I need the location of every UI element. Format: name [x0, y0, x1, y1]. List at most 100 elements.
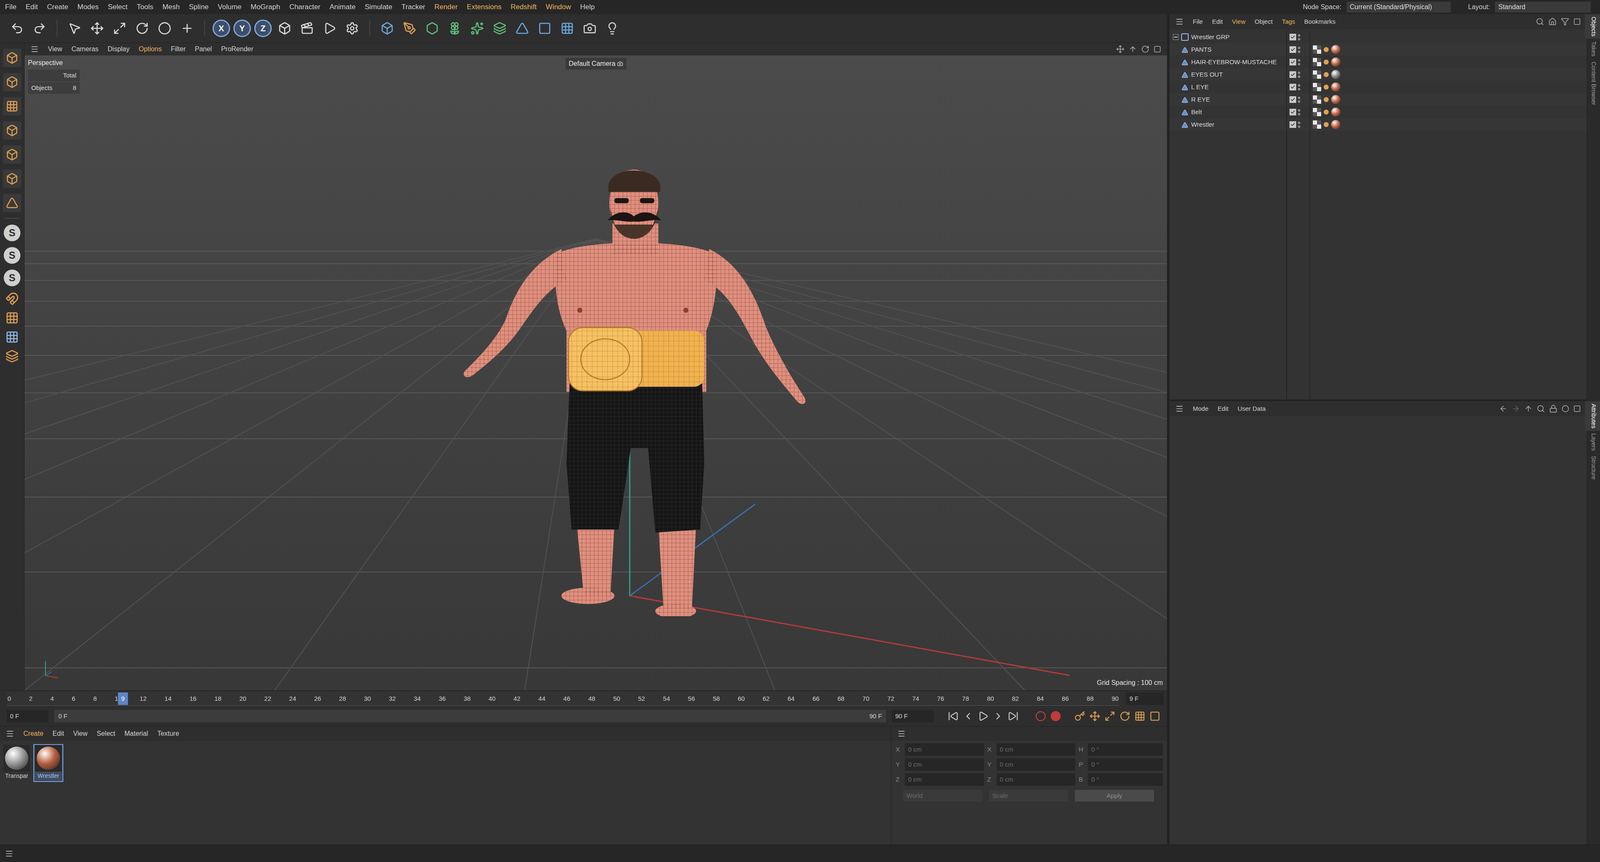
new-window-icon[interactable]	[1573, 17, 1581, 26]
menu-item[interactable]: Character	[289, 1, 321, 13]
render-visibility-dot[interactable]	[1297, 87, 1301, 91]
number-field[interactable]: 0 °	[1087, 773, 1163, 787]
workplane-icon[interactable]	[5, 311, 19, 325]
menu-item[interactable]: Spline	[188, 1, 209, 13]
menu-item[interactable]: Tags	[1282, 17, 1296, 27]
scale-icon[interactable]	[112, 21, 127, 36]
camera-icon[interactable]	[617, 60, 624, 67]
number-field[interactable]: 0 cm	[904, 758, 985, 772]
axis-lock-button[interactable]: Y	[233, 19, 251, 38]
phong-tag-icon[interactable]	[1323, 122, 1329, 128]
menu-icon[interactable]	[30, 45, 39, 54]
up-icon[interactable]	[1524, 404, 1533, 414]
material-tag-icon[interactable]	[1331, 120, 1341, 130]
menu-item[interactable]: Modes	[77, 1, 99, 13]
enabled-check-icon[interactable]	[1289, 71, 1297, 78]
mode-button[interactable]	[2, 121, 22, 140]
camera-icon[interactable]	[583, 21, 597, 36]
object-row[interactable]: EYES OUT	[1169, 68, 1587, 81]
field-icon[interactable]	[515, 21, 529, 36]
material-tag-icon[interactable]	[1331, 82, 1341, 92]
viewport-canvas[interactable]: PerspectiveTotalObjects8Default CameraGr…	[24, 55, 1167, 691]
pan-icon[interactable]	[1116, 45, 1125, 54]
render-visibility-dot[interactable]	[1297, 50, 1301, 53]
render-visibility-dot[interactable]	[1297, 112, 1301, 116]
side-tab[interactable]: Takes	[1584, 38, 1600, 60]
tool-button[interactable]	[490, 18, 510, 38]
render-visibility-dot[interactable]	[1297, 100, 1301, 103]
menu-item[interactable]: Tools	[136, 1, 154, 13]
tool-button[interactable]	[467, 18, 487, 38]
number-field[interactable]: 0 cm	[996, 773, 1076, 787]
play-icon[interactable]	[977, 711, 989, 722]
snap-button[interactable]: S	[3, 224, 21, 242]
texture-mode-icon[interactable]	[5, 100, 19, 113]
node-space-dropdown[interactable]: Current (Standard/Physical)	[1346, 1, 1451, 13]
uvw-tag-icon[interactable]	[1312, 45, 1322, 54]
points-mode-icon[interactable]	[5, 124, 19, 137]
render-visibility-dot[interactable]	[1297, 37, 1301, 41]
menu-icon[interactable]	[5, 729, 15, 739]
editor-visibility-dot[interactable]	[1297, 34, 1301, 37]
uvw-tag-icon[interactable]	[1312, 107, 1322, 117]
key-scale-icon[interactable]	[1104, 711, 1116, 722]
undo-icon[interactable]	[10, 21, 24, 36]
material-tag-icon[interactable]	[1331, 57, 1341, 67]
snap-button[interactable]: S	[3, 269, 21, 287]
floor-icon[interactable]	[560, 21, 574, 36]
cube-icon[interactable]	[380, 21, 394, 36]
tool-button[interactable]	[275, 18, 295, 38]
material-tag-icon[interactable]	[1331, 95, 1341, 105]
editor-visibility-dot[interactable]	[1297, 59, 1301, 62]
uvw-tag-icon[interactable]	[1312, 95, 1322, 104]
material-swatch[interactable]: Wrestler	[34, 745, 63, 782]
tool-button[interactable]	[177, 18, 197, 38]
menu-item[interactable]: Create	[47, 1, 69, 13]
menu-item[interactable]: Tracker	[401, 1, 426, 13]
coordinate-system-icon[interactable]	[277, 21, 292, 36]
menu-item[interactable]: Edit	[1211, 17, 1223, 27]
material-tag-icon[interactable]	[1331, 45, 1341, 55]
mograph-icon[interactable]	[470, 21, 484, 36]
phong-tag-icon[interactable]	[1323, 59, 1329, 65]
filter-icon[interactable]	[1560, 17, 1570, 26]
tool-button[interactable]	[377, 18, 397, 38]
menu-icon[interactable]	[1175, 404, 1184, 414]
redo-icon[interactable]	[32, 21, 47, 36]
menu-item[interactable]: Object	[1254, 17, 1273, 27]
axis-lock-button[interactable]: Z	[254, 19, 272, 38]
menu-item[interactable]: Material	[124, 728, 148, 739]
enabled-check-icon[interactable]	[1289, 46, 1297, 53]
size-dropdown[interactable]: Scale	[989, 790, 1069, 802]
object-row[interactable]: Wrestler GRP	[1169, 30, 1587, 44]
enabled-check-icon[interactable]	[1289, 96, 1297, 103]
tool-button[interactable]	[342, 18, 362, 38]
side-tab[interactable]: Structure	[1584, 453, 1600, 483]
phong-tag-icon[interactable]	[1323, 97, 1329, 103]
expand-toggle-icon[interactable]	[1172, 34, 1179, 41]
uvw-tag-icon[interactable]	[1312, 70, 1322, 79]
enabled-check-icon[interactable]	[1289, 108, 1297, 116]
render-visibility-dot[interactable]	[1297, 75, 1301, 78]
previous-frame-icon[interactable]	[962, 711, 974, 722]
object-row[interactable]: PANTS	[1169, 43, 1587, 56]
wrestler-model-icon[interactable]	[459, 167, 812, 617]
record-icon[interactable]	[1035, 711, 1047, 722]
render-view-icon[interactable]	[323, 21, 337, 36]
side-tab[interactable]: Content Browser	[1584, 59, 1600, 108]
auto-key-icon[interactable]	[1050, 711, 1062, 722]
camera-name[interactable]: Default Camera	[568, 58, 616, 69]
model-mode-icon[interactable]	[5, 75, 19, 89]
mode-dropdown[interactable]: World	[903, 790, 983, 802]
object-row[interactable]: HAIR-EYEBROW-MUSTACHE	[1169, 55, 1587, 69]
layers-icon[interactable]	[5, 349, 19, 364]
snap-button[interactable]: S	[3, 247, 21, 264]
menu-item[interactable]: Edit	[25, 1, 38, 13]
editor-visibility-dot[interactable]	[1297, 96, 1301, 100]
deformer-icon[interactable]	[448, 21, 462, 36]
maximize-icon[interactable]	[1153, 45, 1162, 53]
edges-mode-icon[interactable]	[5, 148, 19, 161]
next-frame-icon[interactable]	[992, 711, 1004, 722]
render-visibility-dot[interactable]	[1297, 125, 1301, 128]
make-editable-icon[interactable]	[5, 51, 19, 65]
